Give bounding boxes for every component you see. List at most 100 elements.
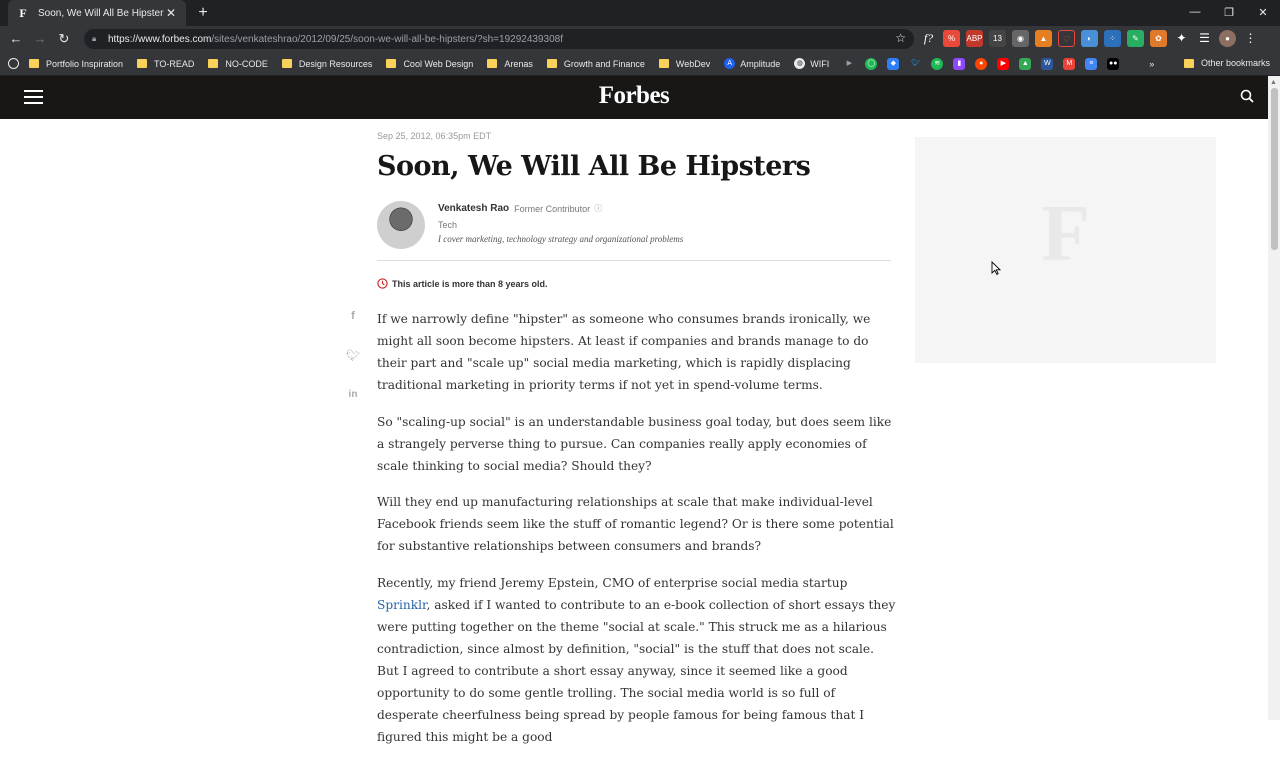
facebook-share-icon[interactable]: f xyxy=(346,310,360,322)
grid-extension-icon[interactable]: ⁘ xyxy=(1104,30,1121,47)
orange-extension-icon[interactable]: ✿ xyxy=(1150,30,1167,47)
reading-list-icon[interactable]: ☰ xyxy=(1196,30,1213,47)
tab-title: Soon, We Will All Be Hipsters xyxy=(38,7,164,19)
address-bar[interactable]: 🔒︎ https://www.forbes.com/sites/venkates… xyxy=(84,29,914,49)
forbes-placeholder-logo: F xyxy=(1041,190,1090,278)
whatsapp-icon[interactable]: ◯ xyxy=(865,57,878,70)
bookmark-growth-and-finance[interactable]: Growth and Finance xyxy=(546,59,645,69)
forbes-favicon-icon: F xyxy=(19,6,27,20)
back-icon[interactable]: ← xyxy=(8,31,24,47)
medium-icon[interactable]: ●● xyxy=(1107,57,1120,70)
linkedin-share-icon[interactable]: in xyxy=(346,389,360,400)
reddit-icon[interactable]: ● xyxy=(975,57,988,70)
percent-extension-icon[interactable]: % xyxy=(943,30,960,47)
lock-icon: 🔒︎ xyxy=(92,34,97,43)
abp-extension-icon[interactable]: ABP xyxy=(966,30,983,47)
twitch-icon[interactable]: ▮ xyxy=(953,57,966,70)
sprinklr-link[interactable]: Sprinklr xyxy=(377,598,427,612)
author-category[interactable]: Tech xyxy=(438,220,457,230)
browser-tab-active[interactable]: F Soon, We Will All Be Hipsters ✕ xyxy=(8,0,186,26)
author-bio: I cover marketing, technology strategy a… xyxy=(438,234,684,244)
author-name[interactable]: Venkatesh Rao xyxy=(438,203,509,214)
play-icon[interactable]: ▶ xyxy=(843,58,855,70)
site-header: Forbes xyxy=(0,76,1268,119)
blue-extension-icon[interactable]: ◐ xyxy=(1081,30,1098,47)
bookmarks-bar: Portfolio Inspiration TO-READ NO-CODE De… xyxy=(0,52,1280,76)
twitter-share-icon[interactable]: 🐦︎ xyxy=(346,349,360,362)
ad-placeholder[interactable]: F xyxy=(915,137,1216,363)
other-bookmarks[interactable]: Other bookmarks xyxy=(1183,58,1270,68)
youtube-icon[interactable]: ▶ xyxy=(997,57,1010,70)
extensions-row: f? % ABP 13 ◉ ▲ ♡ ◐ ⁘ ✎ ✿ ✦ ☰ ● ⋮ xyxy=(920,30,1259,47)
folder-icon xyxy=(658,59,669,68)
url-text: https://www.forbes.com/sites/venkateshra… xyxy=(108,33,563,45)
counter-extension-icon[interactable]: 13 xyxy=(989,30,1006,47)
formula-extension-icon[interactable]: f? xyxy=(920,30,937,47)
bookmark-arenas[interactable]: Arenas xyxy=(487,59,533,69)
article-title: Soon, We Will All Be Hipsters xyxy=(377,151,811,182)
bookmark-to-read[interactable]: TO-READ xyxy=(137,59,194,69)
folder-icon xyxy=(386,59,397,68)
close-window-button[interactable]: ✕ xyxy=(1246,0,1280,24)
folder-icon xyxy=(1183,58,1194,68)
search-icon[interactable] xyxy=(1240,89,1254,103)
restore-button[interactable]: ❐ xyxy=(1212,0,1246,24)
twitter-icon[interactable]: 🐦︎ xyxy=(909,58,921,70)
byline-divider xyxy=(377,260,891,261)
browser-tab-bar: F Soon, We Will All Be Hipsters ✕ + — ❐ … xyxy=(0,0,1280,26)
forbes-logo[interactable]: Forbes xyxy=(0,82,1268,110)
paragraph: Recently, my friend Jeremy Epstein, CMO … xyxy=(377,575,896,744)
camera-extension-icon[interactable]: ◉ xyxy=(1012,30,1029,47)
paragraph: If we narrowly define "hipster" as someo… xyxy=(377,312,871,392)
article-age-text: This article is more than 8 years old. xyxy=(392,278,548,289)
folder-icon xyxy=(487,59,498,68)
folder-icon xyxy=(208,59,219,68)
folder-icon xyxy=(137,59,148,68)
paragraph: Will they end up manufacturing relations… xyxy=(377,495,894,553)
chrome-menu-icon[interactable]: ⋮ xyxy=(1242,30,1259,47)
apps-icon[interactable] xyxy=(8,58,19,69)
author-byline: Venkatesh Rao Former Contributor ⓘ xyxy=(438,203,602,214)
clock-icon xyxy=(377,278,388,289)
folder-icon xyxy=(546,59,557,68)
dropbox-icon[interactable]: ◆ xyxy=(887,57,900,70)
bookmark-no-code[interactable]: NO-CODE xyxy=(208,59,268,69)
bookmarks-overflow-button[interactable]: » xyxy=(1149,59,1154,69)
bookmark-cool-web-design[interactable]: Cool Web Design xyxy=(386,59,473,69)
scrollbar-thumb[interactable] xyxy=(1271,88,1278,250)
gmail-icon[interactable]: M xyxy=(1063,57,1076,70)
amplitude-icon: A xyxy=(724,58,736,69)
bookmark-amplitude[interactable]: A Amplitude xyxy=(724,58,780,69)
folder-icon xyxy=(29,59,39,68)
drive-icon[interactable]: ▲ xyxy=(1019,57,1032,70)
window-controls: — ❐ ✕ xyxy=(1178,0,1280,26)
mouse-cursor-icon xyxy=(991,261,1001,275)
publish-date: Sep 25, 2012, 06:35pm EDT xyxy=(377,131,492,141)
new-tab-button[interactable]: + xyxy=(194,4,212,22)
bookmark-webdev[interactable]: WebDev xyxy=(658,59,710,69)
bookmark-wifi[interactable]: ◍ WIFI xyxy=(794,58,829,69)
pocket-extension-icon[interactable]: ♡ xyxy=(1058,30,1075,47)
profile-avatar[interactable]: ● xyxy=(1219,30,1236,47)
page-scrollbar[interactable]: ▲ xyxy=(1268,76,1280,720)
article-body: If we narrowly define "hipster" as someo… xyxy=(377,308,897,762)
minimize-button[interactable]: — xyxy=(1178,0,1212,24)
green-extension-icon[interactable]: ✎ xyxy=(1127,30,1144,47)
docs-icon[interactable]: ≡ xyxy=(1085,57,1098,70)
scroll-up-arrow-icon[interactable]: ▲ xyxy=(1270,79,1277,86)
bookmark-design-resources[interactable]: Design Resources xyxy=(281,59,372,69)
puzzle-extensions-icon[interactable]: ✦ xyxy=(1173,30,1190,47)
bookmark-star-icon[interactable]: ☆ xyxy=(895,31,906,45)
globe-icon: ◍ xyxy=(794,58,806,69)
browser-toolbar: ← → ↻ 🔒︎ https://www.forbes.com/sites/ve… xyxy=(0,26,1280,52)
folder-icon xyxy=(281,59,292,68)
reload-icon[interactable]: ↻ xyxy=(56,31,72,47)
fire-extension-icon[interactable]: ▲ xyxy=(1035,30,1052,47)
spotify-icon[interactable]: ≋ xyxy=(931,57,944,70)
info-icon[interactable]: ⓘ xyxy=(594,203,602,214)
author-avatar[interactable] xyxy=(377,201,425,249)
forward-icon[interactable]: → xyxy=(32,31,48,47)
word-icon[interactable]: W xyxy=(1041,57,1054,70)
bookmark-portfolio-inspiration[interactable]: Portfolio Inspiration xyxy=(29,59,123,69)
tab-close-icon[interactable]: ✕ xyxy=(164,6,178,20)
